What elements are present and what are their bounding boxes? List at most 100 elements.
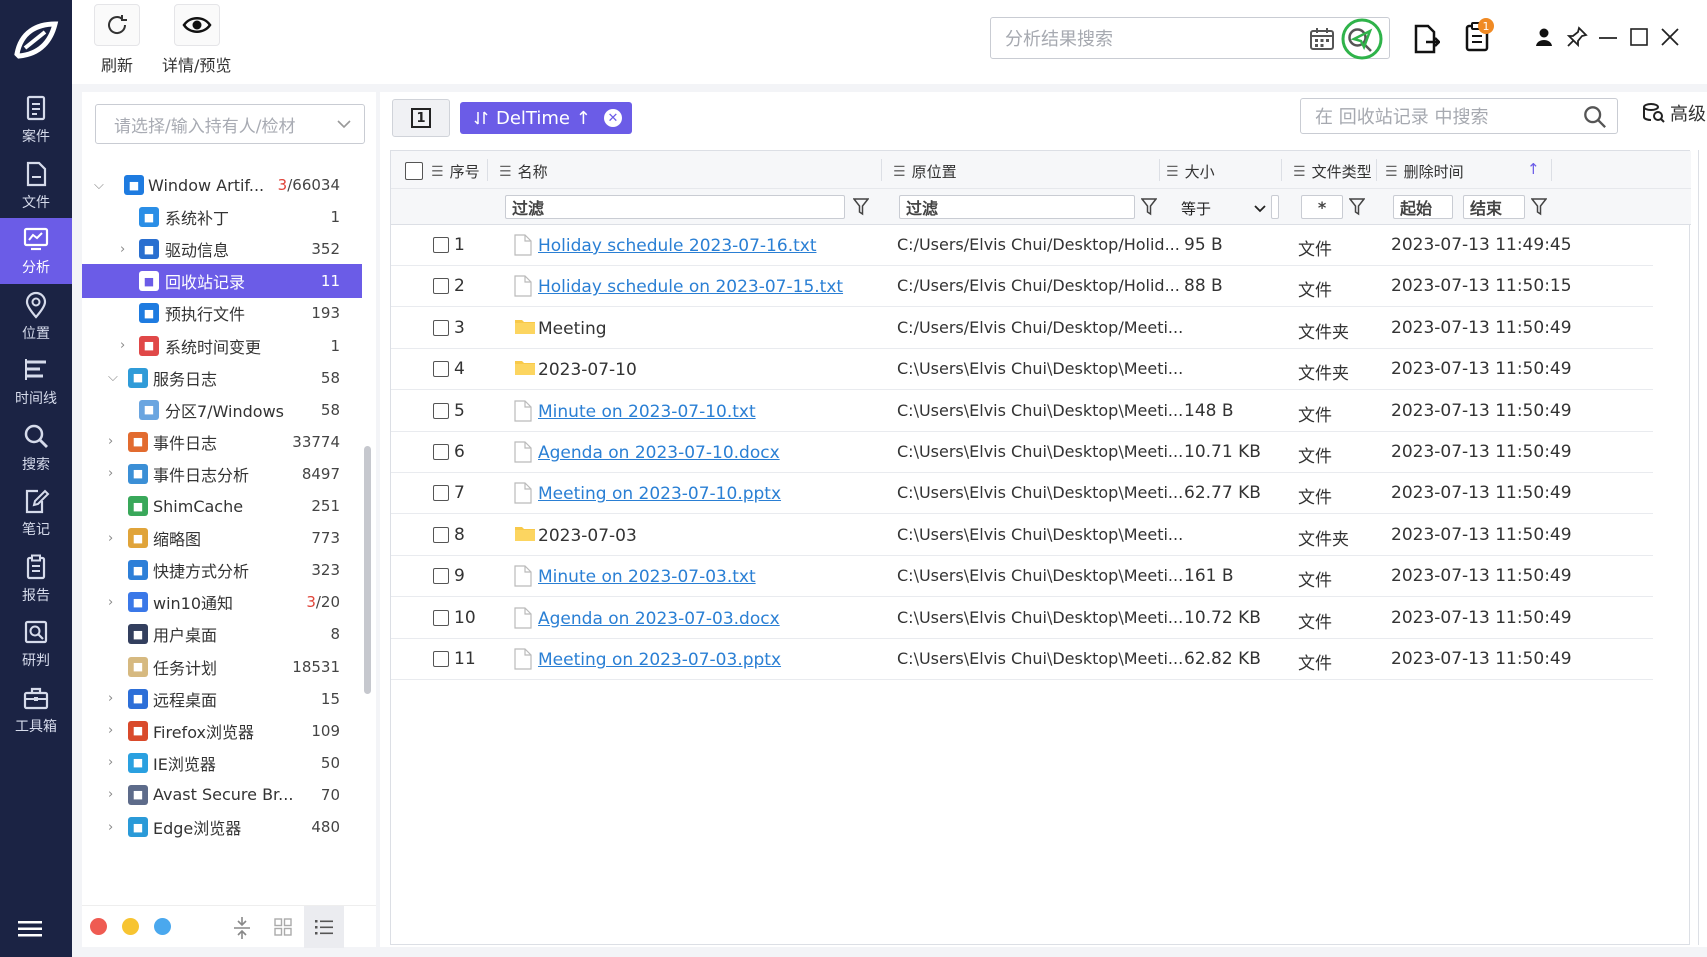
chevron-down-icon[interactable]: ⌵ (108, 370, 118, 385)
tree-node[interactable]: ■ 任务计划 18531 (82, 650, 362, 684)
nav-item-judge[interactable]: 研判 (0, 611, 72, 677)
tree-node[interactable]: ■ 用户桌面 8 (82, 617, 362, 651)
tree-node[interactable]: › ■ 驱动信息 352 (82, 232, 362, 266)
table-row[interactable]: 2 Holiday schedule on 2023-07-15.txt C:/Us… (391, 266, 1653, 308)
tree-node[interactable]: ■ 回收站记录 11 (82, 264, 362, 299)
filter-icon[interactable] (1349, 198, 1365, 216)
table-row[interactable]: 4 2023-07-10 C:\Users\Elvis Chui\Desktop\M… (391, 349, 1653, 391)
sort-tag[interactable]: DelTime ↑ ✕ (460, 102, 632, 134)
analysis-search-input[interactable]: 分析结果搜索 (990, 17, 1390, 59)
user-icon[interactable] (1535, 27, 1553, 47)
row-checkbox[interactable] (433, 485, 449, 502)
table-row[interactable]: 3 Meeting C:/Users/Elvis Chui/Desktop/Meet… (391, 308, 1653, 349)
table-search-input[interactable]: 在 回收站记录 中搜索 (1300, 98, 1618, 134)
chevron-right-icon[interactable]: › (120, 338, 125, 353)
row-checkbox[interactable] (433, 402, 449, 419)
column-size[interactable]: ☰ 大小 (1166, 161, 1215, 182)
chevron-right-icon[interactable]: › (108, 531, 113, 546)
row-checkbox[interactable] (433, 237, 449, 253)
nav-item-report[interactable]: 报告 (0, 546, 72, 612)
detail-panel-edge[interactable] (1698, 150, 1707, 945)
tree-scrollbar[interactable] (364, 446, 371, 694)
column-name[interactable]: ☰ 名称 (499, 161, 548, 182)
chevron-right-icon[interactable]: › (120, 242, 125, 257)
yellow-dot-filter-icon[interactable] (122, 918, 139, 935)
row-name[interactable]: Minute on 2023-07-10.txt (538, 402, 756, 422)
row-checkbox[interactable] (433, 651, 449, 667)
time-start-input[interactable]: 起始 (1393, 195, 1453, 219)
chevron-right-icon[interactable]: › (108, 755, 113, 770)
list-view-button[interactable] (304, 906, 344, 948)
tree-node[interactable]: › ■ 事件日志分析 8497 (82, 457, 362, 491)
table-row[interactable]: 7 Meeting on 2023-07-10.pptx C:\Users\Elvi… (391, 473, 1653, 515)
tree-node[interactable]: ⌵ ■ 服务日志 58 (82, 361, 362, 395)
name-filter-input[interactable]: 过滤 (505, 195, 845, 219)
row-checkbox[interactable] (433, 444, 449, 460)
size-operator-select[interactable]: 等于 (1181, 198, 1267, 219)
tree-node[interactable]: › ■ 事件日志 33774 (82, 425, 362, 459)
column-type[interactable]: ☰ 文件类型 (1293, 161, 1372, 182)
nav-item-case[interactable]: 案件 (0, 87, 72, 153)
grid-view-icon[interactable] (274, 918, 292, 936)
row-checkbox[interactable] (433, 526, 449, 543)
column-delete-time[interactable]: ☰ 删除时间 (1385, 161, 1464, 182)
red-dot-filter-icon[interactable] (90, 918, 107, 935)
pin-icon[interactable] (1566, 26, 1588, 48)
maximize-icon[interactable] (1630, 28, 1648, 46)
table-row[interactable]: 10 Agenda on 2023-07-03.docx C:\Users\Elvi… (391, 598, 1653, 639)
column-index[interactable]: ☰ 序号 (431, 161, 480, 182)
remove-sort-icon[interactable]: ✕ (604, 109, 622, 127)
table-row[interactable]: 8 2023-07-03 C:\Users\Elvis Chui\Desktop\M… (391, 515, 1653, 556)
collapse-icon[interactable] (232, 916, 252, 940)
row-checkbox[interactable] (433, 278, 449, 295)
tree-node[interactable]: ■ 快捷方式分析 323 (82, 553, 362, 587)
nav-item-analysis[interactable]: 分析 (0, 218, 72, 284)
column-location[interactable]: ☰ 原位置 (893, 161, 957, 182)
table-row[interactable]: 9 Minute on 2023-07-03.txt C:\Users\Elvis … (391, 556, 1653, 598)
table-row[interactable]: 5 Minute on 2023-07-10.txt C:\Users\Elvis … (391, 391, 1653, 432)
task-list-button[interactable]: 1 (1464, 18, 1494, 56)
chevron-right-icon[interactable]: › (108, 691, 113, 706)
row-name[interactable]: Agenda on 2023-07-10.docx (538, 443, 780, 463)
row-name[interactable]: Agenda on 2023-07-03.docx (538, 609, 780, 629)
export-file-icon[interactable] (1412, 24, 1440, 54)
tree-node[interactable]: › ■ Avast Secure Br... 70 (82, 778, 362, 812)
nav-item-search[interactable]: 搜索 (0, 415, 72, 481)
tree-node[interactable]: › ■ 远程桌面 15 (82, 682, 362, 716)
hamburger-menu-icon[interactable] (18, 920, 42, 942)
tree-node[interactable]: › ■ win10通知 3/20 (82, 585, 362, 619)
sort-asc-icon[interactable]: ↑ (1527, 160, 1540, 178)
status-send-icon[interactable] (1340, 17, 1384, 61)
table-row[interactable]: 6 Agenda on 2023-07-10.docx C:\Users\Elvis… (391, 432, 1653, 473)
row-checkbox[interactable] (433, 361, 449, 378)
nav-item-timeline[interactable]: 时间线 (0, 349, 72, 415)
row-checkbox[interactable] (433, 319, 449, 336)
filter-icon[interactable] (1141, 198, 1157, 216)
tree-node[interactable]: › ■ Edge浏览器 480 (82, 810, 362, 844)
nav-item-location[interactable]: 位置 (0, 284, 72, 350)
time-end-input[interactable]: 结束 (1463, 195, 1525, 219)
row-name[interactable]: Meeting on 2023-07-10.pptx (538, 484, 781, 504)
blue-dot-filter-icon[interactable] (154, 918, 171, 935)
chevron-right-icon[interactable]: › (108, 595, 113, 610)
row-name[interactable]: Holiday schedule on 2023-07-15.txt (538, 277, 843, 297)
row-name[interactable]: Holiday schedule 2023-07-16.txt (538, 236, 816, 256)
chevron-right-icon[interactable]: › (108, 820, 113, 835)
tree-node[interactable]: ■ 分区7/Windows 58 (82, 393, 362, 427)
tree-node[interactable]: › ■ 系统时间变更 1 (82, 329, 362, 363)
location-filter-input[interactable]: 过滤 (899, 195, 1135, 219)
filter-icon[interactable] (1531, 198, 1547, 216)
chevron-right-icon[interactable]: › (108, 787, 113, 802)
row-name[interactable]: Meeting on 2023-07-03.pptx (538, 650, 781, 670)
table-row[interactable]: 1 Holiday schedule 2023-07-16.txt C:/Users… (391, 225, 1653, 266)
refresh-button[interactable]: 刷新 (94, 4, 140, 76)
type-filter-input[interactable]: * (1301, 195, 1343, 219)
minimize-icon[interactable] (1599, 36, 1617, 40)
tree-node[interactable]: › ■ IE浏览器 50 (82, 746, 362, 780)
row-checkbox[interactable] (433, 568, 449, 585)
tree-node[interactable]: ■ ShimCache 251 (82, 489, 362, 523)
tree-node[interactable]: ■ 系统补丁 1 (82, 200, 362, 234)
table-row[interactable]: 11 Meeting on 2023-07-03.pptx C:\Users\Elv… (391, 639, 1653, 680)
preview-button[interactable]: 详情/预览 (162, 4, 231, 76)
tree-node[interactable]: › ■ Firefox浏览器 109 (82, 714, 362, 748)
